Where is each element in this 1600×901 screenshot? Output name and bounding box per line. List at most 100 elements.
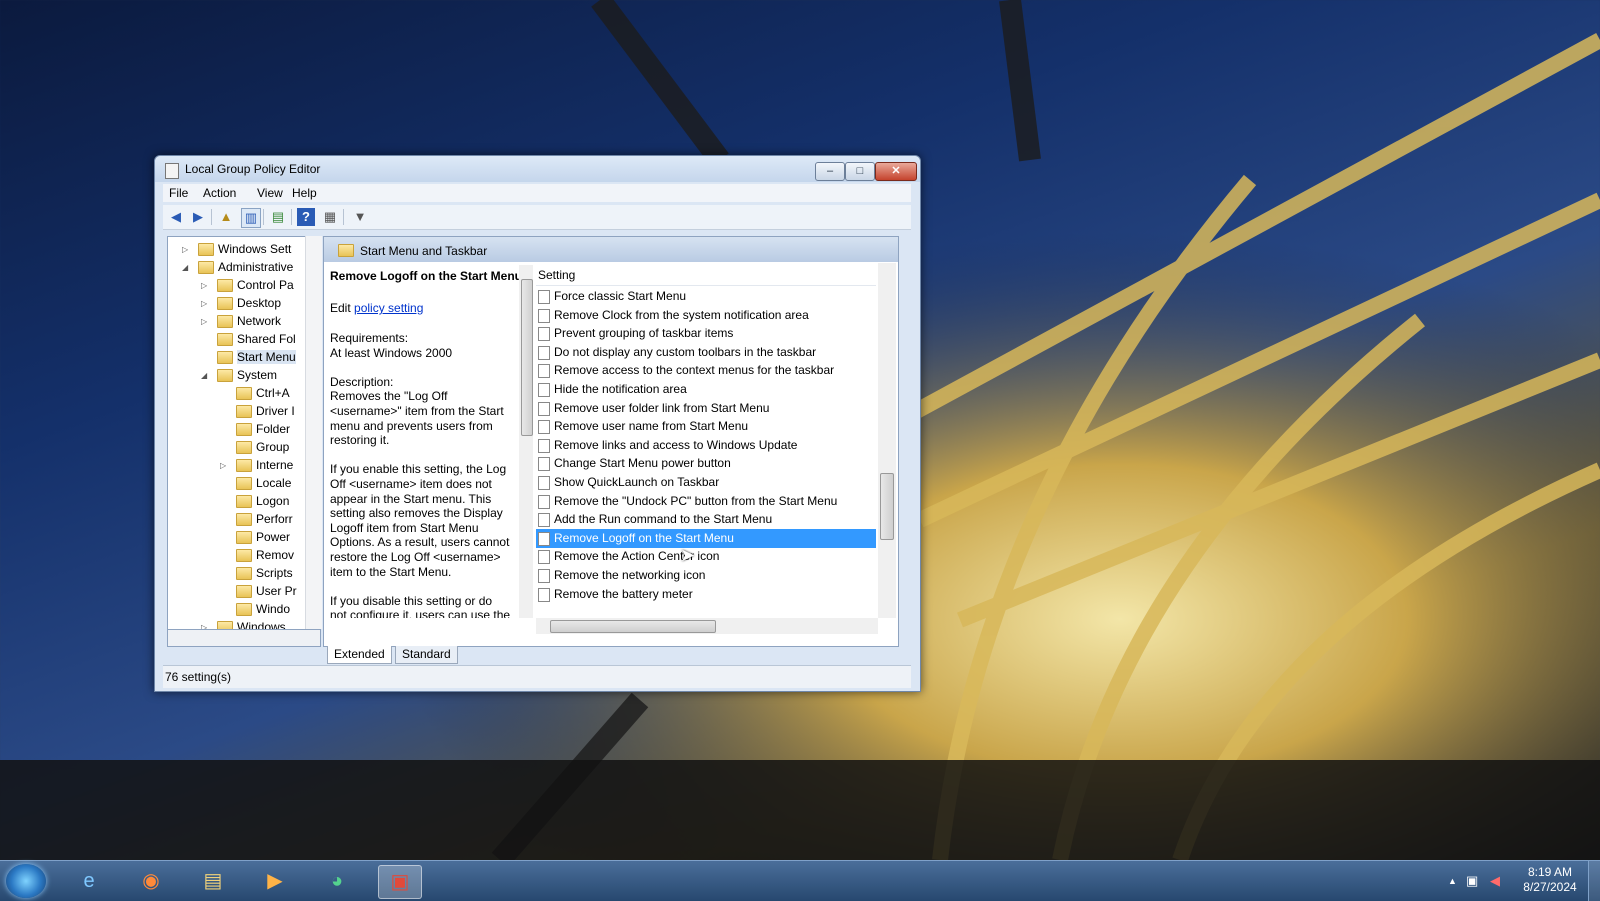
expand-icon[interactable]: ▷ bbox=[201, 281, 207, 290]
collapse-icon[interactable]: ◢ bbox=[201, 371, 207, 380]
tree-item[interactable]: ▷ Desktop bbox=[168, 295, 304, 313]
setting-row[interactable]: Remove the networking icon bbox=[536, 566, 876, 585]
title-bar[interactable]: Local Group Policy Editor – □ ✕ bbox=[155, 156, 920, 182]
setting-name: Hide the notification area bbox=[554, 382, 687, 396]
tree-item[interactable]: ▷ Windows Sett bbox=[168, 241, 304, 259]
description-scrollbar[interactable] bbox=[519, 265, 533, 618]
up-folder-icon[interactable]: ▲ bbox=[217, 208, 235, 226]
setting-row[interactable]: Prevent grouping of taskbar items bbox=[536, 324, 876, 343]
collapse-icon[interactable]: ◢ bbox=[182, 263, 188, 272]
menu-view[interactable]: View bbox=[257, 186, 283, 200]
forward-icon[interactable]: ▶ bbox=[189, 208, 207, 226]
show-hide-tree-icon[interactable]: ▥ bbox=[241, 208, 261, 228]
folder-icon bbox=[198, 261, 214, 274]
expand-icon[interactable]: ▷ bbox=[201, 317, 207, 326]
tab-standard[interactable]: Standard bbox=[395, 646, 458, 664]
tree-item[interactable]: Perforr bbox=[168, 511, 304, 529]
tree-item[interactable]: Power bbox=[168, 529, 304, 547]
scroll-thumb[interactable] bbox=[880, 473, 894, 540]
navigation-tree: ▷ Windows Sett ◢ Administrative ▷ Control Pa ▷… bbox=[167, 236, 321, 631]
tree-vertical-scrollbar[interactable] bbox=[305, 236, 322, 629]
tab-extended[interactable]: Extended bbox=[327, 646, 392, 664]
folder-icon bbox=[217, 315, 233, 328]
network-icon[interactable]: ▣ bbox=[1466, 873, 1478, 889]
firefox-icon[interactable]: ◉ bbox=[130, 865, 172, 897]
setting-row[interactable]: Change Start Menu power button bbox=[536, 454, 876, 473]
folder-icon bbox=[236, 387, 252, 400]
tree-item[interactable]: User Pr bbox=[168, 583, 304, 601]
tree-item[interactable]: ◢ Administrative bbox=[168, 259, 304, 277]
scroll-thumb[interactable] bbox=[521, 279, 533, 436]
close-button[interactable]: ✕ bbox=[875, 162, 917, 181]
tree-item[interactable]: ▷ Network bbox=[168, 313, 304, 331]
group-policy-editor-taskbar-icon[interactable]: ▣ bbox=[378, 865, 422, 899]
internet-explorer-icon[interactable]: e bbox=[68, 865, 110, 897]
menu-help[interactable]: Help bbox=[292, 186, 317, 200]
setting-row[interactable]: Remove the battery meter bbox=[536, 585, 876, 604]
folder-icon bbox=[236, 513, 252, 526]
help-icon[interactable]: ? bbox=[297, 208, 315, 226]
tree-item[interactable]: Driver I bbox=[168, 403, 304, 421]
setting-name: Remove access to the context menus for t… bbox=[554, 363, 835, 378]
minimize-button[interactable]: – bbox=[815, 162, 845, 181]
tree-item[interactable]: Remov bbox=[168, 547, 304, 565]
setting-row[interactable]: Remove access to the context menus for t… bbox=[536, 361, 876, 380]
expand-icon[interactable]: ▷ bbox=[182, 245, 188, 254]
export-list-icon[interactable]: ▤ bbox=[269, 208, 287, 226]
setting-row[interactable]: Hide the notification area bbox=[536, 380, 876, 399]
file-explorer-icon[interactable]: ▤ bbox=[192, 865, 234, 897]
tree-horizontal-scrollbar[interactable] bbox=[167, 629, 321, 647]
setting-row[interactable]: Remove Clock from the system notificatio… bbox=[536, 306, 876, 325]
expand-icon[interactable]: ▷ bbox=[201, 299, 207, 308]
setting-row[interactable]: Remove user name from Start Menu bbox=[536, 417, 876, 436]
tree-item[interactable]: Logon bbox=[168, 493, 304, 511]
expand-icon[interactable]: ▷ bbox=[220, 461, 226, 470]
folder-icon bbox=[217, 279, 233, 292]
app-green-icon[interactable]: ◕ bbox=[316, 865, 358, 897]
menu-action[interactable]: Action bbox=[203, 186, 236, 200]
tree-item[interactable]: Scripts bbox=[168, 565, 304, 583]
tree-item[interactable]: Shared Fol bbox=[168, 331, 304, 349]
setting-row[interactable]: Remove the Action Center icon bbox=[536, 547, 876, 566]
column-header-label: Setting bbox=[538, 268, 576, 282]
volume-muted-icon[interactable]: ◀ bbox=[1490, 873, 1500, 889]
tree-item[interactable]: Start Menu bbox=[168, 349, 304, 367]
media-player-icon[interactable]: ▶ bbox=[254, 865, 296, 897]
back-icon[interactable]: ◀ bbox=[167, 208, 185, 226]
menu-file[interactable]: File bbox=[169, 186, 188, 200]
tree-item[interactable]: Group bbox=[168, 439, 304, 457]
setting-row[interactable]: Remove Logoff on the Start Menu bbox=[536, 528, 876, 548]
folder-icon bbox=[236, 423, 252, 436]
folder-icon bbox=[236, 477, 252, 490]
properties-icon[interactable]: ▦ bbox=[321, 208, 339, 226]
tree-item[interactable]: Locale bbox=[168, 475, 304, 493]
start-button[interactable] bbox=[6, 864, 46, 898]
tree-item[interactable]: Ctrl+A bbox=[168, 385, 304, 403]
settings-list-horizontal-scrollbar[interactable] bbox=[536, 618, 878, 634]
folder-icon bbox=[236, 603, 252, 616]
tree-item[interactable]: ▷ Interne bbox=[168, 457, 304, 475]
setting-row[interactable]: Force classic Start Menu bbox=[536, 287, 876, 306]
settings-list-vertical-scrollbar[interactable] bbox=[878, 263, 896, 618]
tree-item[interactable]: ▷ Control Pa bbox=[168, 277, 304, 295]
column-header-setting[interactable]: Setting bbox=[536, 263, 876, 286]
show-hidden-icons-icon[interactable]: ▲ bbox=[1448, 876, 1457, 886]
maximize-button[interactable]: □ bbox=[845, 162, 875, 181]
clock-date: 8/27/2024 bbox=[1523, 880, 1577, 894]
toolbar-separator bbox=[263, 209, 264, 225]
show-desktop-button[interactable] bbox=[1588, 861, 1600, 901]
policy-setting-link[interactable]: policy setting bbox=[354, 301, 423, 315]
scroll-thumb[interactable] bbox=[550, 620, 716, 633]
tree-item[interactable]: Folder bbox=[168, 421, 304, 439]
setting-row[interactable]: Remove links and access to Windows Updat… bbox=[536, 436, 876, 455]
setting-row[interactable]: Show QuickLaunch on Taskbar bbox=[536, 473, 876, 492]
tree-item[interactable]: Windo bbox=[168, 601, 304, 619]
setting-row[interactable]: Remove the "Undock PC" button from the S… bbox=[536, 492, 876, 511]
setting-row[interactable]: Do not display any custom toolbars in th… bbox=[536, 343, 876, 362]
clock[interactable]: 8:19 AM 8/27/2024 bbox=[1520, 865, 1580, 895]
tree-item[interactable]: ◢ System bbox=[168, 367, 304, 385]
setting-row[interactable]: Add the Run command to the Start Menu bbox=[536, 510, 876, 529]
setting-row[interactable]: Remove user folder link from Start Menu bbox=[536, 399, 876, 418]
filter-icon[interactable]: ▼ bbox=[351, 208, 369, 226]
setting-name: Remove the networking icon bbox=[554, 568, 706, 582]
